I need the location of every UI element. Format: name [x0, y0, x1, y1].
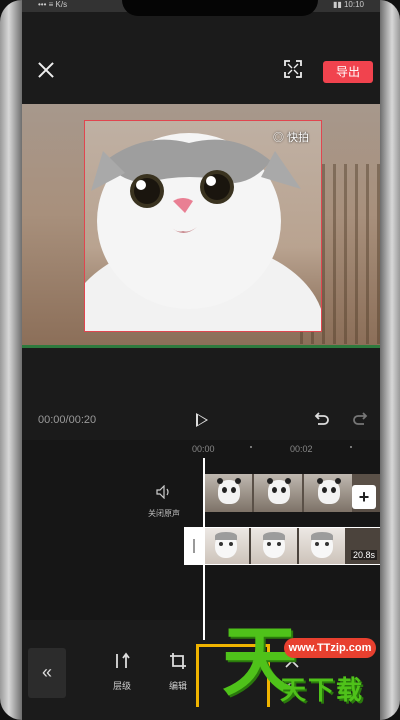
clip-trim-handle[interactable]	[185, 528, 203, 564]
cat-image	[311, 532, 333, 558]
panda-image	[317, 478, 340, 504]
video-thumbnail	[204, 474, 252, 512]
phone-bezel-left	[0, 0, 22, 720]
overlay-video-track[interactable]: 20.8s	[184, 527, 380, 565]
video-thumbnail	[254, 474, 302, 512]
watermark-subtitle: 天下载	[280, 675, 365, 705]
status-right: ▮▮ 10:10	[332, 0, 364, 9]
ruler-label: 00:02	[290, 444, 313, 454]
video-thumbnail	[299, 528, 345, 564]
ruler-label: 00:00	[192, 444, 215, 454]
top-bar: 导出	[22, 48, 380, 92]
site-watermark-logo: 天 www.TTzip.com 天下载	[218, 622, 380, 720]
video-thumbnail	[251, 528, 297, 564]
preview-border	[22, 345, 380, 348]
cat-image	[215, 532, 237, 558]
mute-original-audio-label: 关闭原声	[148, 509, 180, 518]
ruler-dot	[350, 446, 352, 448]
fullscreen-icon[interactable]	[284, 60, 302, 78]
app-screen: ••• ≡ K/s ▮▮ 10:10 导出 ◎ 快拍 00:00/00:20 0…	[22, 0, 380, 720]
redo-icon[interactable]	[352, 410, 370, 428]
undo-icon[interactable]	[312, 410, 330, 428]
playhead[interactable]	[203, 458, 205, 640]
mute-original-audio-button[interactable]: 关闭原声	[134, 484, 194, 519]
layer-order-icon	[116, 652, 130, 668]
app-watermark: ◎ 快拍	[272, 132, 309, 144]
phone-notch	[122, 0, 318, 16]
crop-icon	[170, 653, 186, 669]
watermark-url: www.TTzip.com	[284, 638, 376, 658]
cat-image	[85, 133, 321, 331]
status-left: ••• ≡ K/s	[38, 0, 68, 9]
timecode: 00:00/00:20	[38, 414, 97, 426]
back-button[interactable]: «	[28, 648, 66, 698]
video-thumbnail	[203, 528, 249, 564]
export-button[interactable]: 导出	[323, 61, 373, 83]
add-clip-button[interactable]: +	[352, 485, 376, 509]
tool-edit[interactable]: 编辑	[158, 652, 198, 692]
phone-bezel-right	[380, 0, 400, 720]
tool-layer-order[interactable]: 层级	[102, 652, 142, 692]
clip-duration: 20.8s	[350, 550, 377, 560]
overlay-cat-video[interactable]: ◎ 快拍	[84, 120, 322, 332]
phone-frame: ••• ≡ K/s ▮▮ 10:10 导出 ◎ 快拍 00:00/00:20 0…	[0, 0, 400, 720]
tool-label: 层级	[112, 681, 131, 691]
speaker-icon	[156, 484, 169, 500]
ruler-dot	[250, 446, 252, 448]
video-thumbnail	[304, 474, 352, 512]
close-icon[interactable]	[36, 60, 56, 80]
panda-image	[217, 478, 240, 504]
play-icon[interactable]	[196, 413, 208, 427]
tool-label: 编辑	[168, 681, 187, 691]
panda-image	[267, 478, 290, 504]
cat-image	[263, 532, 285, 558]
